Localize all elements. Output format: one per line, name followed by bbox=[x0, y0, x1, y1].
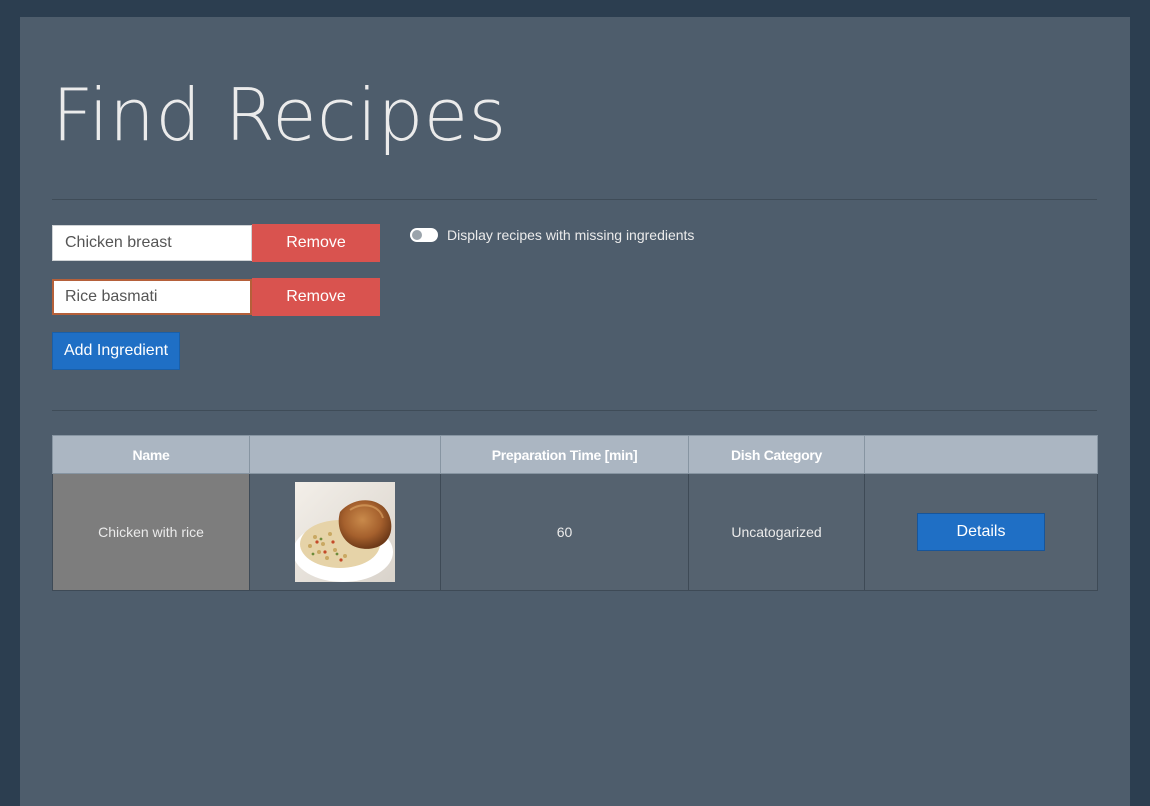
table-header-row: Name Preparation Time [min] Dish Categor… bbox=[52, 435, 1098, 474]
recipe-category-cell: Uncatogarized bbox=[688, 473, 865, 591]
table-row: Chicken with rice 60 Uncatogarized Detai… bbox=[52, 473, 1098, 591]
column-header-image bbox=[249, 435, 441, 474]
toggle-knob bbox=[412, 230, 422, 240]
missing-ingredients-label: Display recipes with missing ingredients bbox=[447, 227, 695, 243]
remove-ingredient-button[interactable]: Remove bbox=[252, 278, 380, 316]
column-header-category: Dish Category bbox=[688, 435, 865, 474]
column-header-actions bbox=[864, 435, 1098, 474]
missing-ingredients-toggle-group: Display recipes with missing ingredients bbox=[410, 225, 694, 245]
ingredient-input[interactable] bbox=[52, 225, 252, 261]
main-panel: Find Recipes Remove Remove Add Ingredien… bbox=[20, 17, 1130, 806]
recipe-image-cell bbox=[249, 473, 441, 591]
ingredient-row: Remove bbox=[52, 224, 380, 262]
column-header-prep-time: Preparation Time [min] bbox=[440, 435, 689, 474]
recipes-table: Name Preparation Time [min] Dish Categor… bbox=[52, 435, 1098, 591]
ingredient-row: Remove bbox=[52, 278, 380, 316]
column-header-name: Name bbox=[52, 435, 250, 474]
recipe-image bbox=[295, 482, 395, 582]
details-button[interactable]: Details bbox=[917, 513, 1045, 551]
ingredient-input[interactable] bbox=[52, 279, 252, 315]
recipe-prep-time-cell: 60 bbox=[440, 473, 689, 591]
add-ingredient-button[interactable]: Add Ingredient bbox=[52, 332, 180, 370]
page-title: Find Recipes bbox=[52, 73, 507, 157]
missing-ingredients-toggle[interactable] bbox=[410, 228, 438, 242]
remove-ingredient-button[interactable]: Remove bbox=[252, 224, 380, 262]
section-divider bbox=[52, 410, 1097, 411]
title-divider bbox=[52, 199, 1097, 200]
recipe-actions-cell: Details bbox=[864, 473, 1098, 591]
recipe-name-cell: Chicken with rice bbox=[52, 473, 250, 591]
